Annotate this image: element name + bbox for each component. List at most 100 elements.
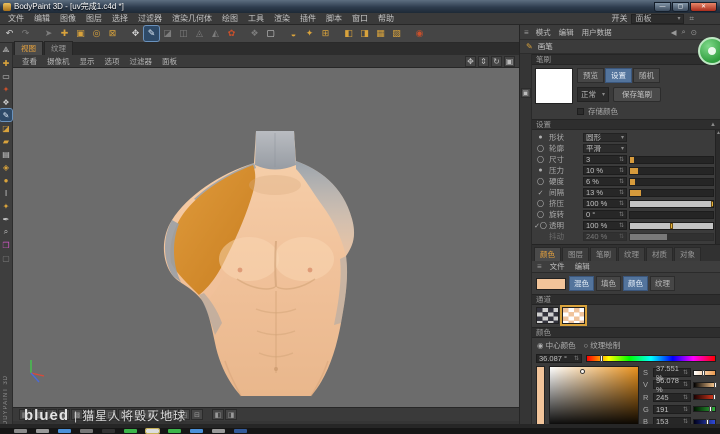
eyedropper-icon[interactable]: ✒ (0, 213, 12, 225)
setting-value-field[interactable]: 13 % ⇅ (583, 188, 627, 197)
manager-tab[interactable]: 纹理 (618, 247, 645, 261)
stepper-icon[interactable]: ⇅ (619, 233, 624, 240)
store-color-checkbox[interactable] (577, 108, 584, 115)
taskbar-app-icon[interactable] (58, 429, 71, 433)
stepper-icon[interactable]: ⇅ (619, 211, 624, 218)
dodge-icon[interactable]: ● (0, 174, 12, 186)
pattern-fill-icon[interactable]: ▦ (373, 26, 388, 41)
setting-value-field[interactable]: 0 ° ⇅ (583, 210, 627, 219)
add-object-icon[interactable]: ✚ (57, 26, 72, 41)
magnifier-icon[interactable]: ⌕ (682, 27, 686, 37)
color-field-slider[interactable] (693, 406, 716, 412)
viewport-menu-item[interactable]: 面板 (157, 56, 182, 67)
setting-slider[interactable] (629, 211, 714, 219)
bucket-icon[interactable]: ◧ (341, 26, 356, 41)
viewport-tab[interactable]: 纹理 (44, 41, 73, 55)
channel-thumb-color-selected[interactable] (562, 307, 585, 324)
stepper-icon[interactable]: ⇅ (683, 381, 688, 388)
uv-tool-icon[interactable]: ⊟ (191, 409, 203, 420)
smudge-icon[interactable]: ◬ (192, 26, 207, 41)
setting-toggle-icon[interactable]: ✓ (534, 189, 547, 197)
viewport-menu-item[interactable]: 选项 (100, 56, 125, 67)
maximize-button[interactable]: ▢ (672, 2, 689, 12)
color-mode-button[interactable]: 混色 (569, 276, 594, 291)
back-icon[interactable]: ◀ (671, 28, 677, 37)
settings-scrollbar[interactable]: ▲ (715, 130, 720, 244)
taskbar-app-icon[interactable] (36, 429, 49, 433)
setting-value-field[interactable]: 6 % ⇅ (583, 177, 627, 186)
color-field-handle[interactable] (702, 370, 705, 376)
settings-section-header[interactable]: 设置 ▲ (532, 119, 720, 130)
taskbar-app-icon[interactable] (168, 429, 181, 433)
fill-layer-icon[interactable]: ▣ (73, 26, 88, 41)
zoom-view-icon[interactable]: ⇕ (478, 56, 489, 67)
taskbar-app-icon[interactable] (190, 429, 203, 433)
setting-dropdown[interactable]: 圆形 ▾ (583, 133, 627, 142)
eraser-icon[interactable]: ▰ (0, 135, 12, 147)
manager-tab[interactable]: 对象 (674, 247, 701, 261)
scroll-up-icon[interactable]: ▲ (710, 122, 716, 128)
color-field-handle[interactable] (713, 394, 716, 400)
menu-item[interactable]: 渲染 (269, 13, 295, 24)
panel-dropdown[interactable]: 面板 ▾ (631, 14, 684, 24)
screen-recorder-overlay[interactable] (698, 37, 720, 65)
rotate-view-icon[interactable]: ↻ (491, 56, 502, 67)
dock-window-icon[interactable]: ▣ (521, 88, 531, 98)
radio-center-color[interactable]: ◉ 中心颜色 (537, 340, 576, 351)
color-field-handle[interactable] (714, 382, 717, 388)
wand-icon[interactable]: ✦ (302, 26, 317, 41)
taskbar-app-icon[interactable] (102, 429, 115, 433)
empty-slot-icon[interactable]: ▢ (0, 252, 12, 264)
puzzle-icon[interactable]: ⌗ (688, 14, 695, 24)
setting-value-field[interactable]: 3 ⇅ (583, 155, 627, 164)
color-menu-item[interactable]: 文件 (545, 261, 570, 272)
stepper-icon[interactable]: ⇅ (619, 178, 624, 185)
color-field-value[interactable]: 245 ⇅ (653, 393, 691, 402)
brush-preview[interactable] (535, 68, 573, 104)
attribute-menu-item[interactable]: 模式 (532, 27, 555, 38)
setting-toggle-icon[interactable]: ● (534, 167, 547, 174)
manager-tab[interactable]: 颜色 (534, 247, 561, 261)
color-section-header[interactable]: 颜色 (532, 327, 720, 338)
setting-toggle-icon[interactable]: ✓〇 (534, 221, 547, 231)
viewport-menu-item[interactable]: 过滤器 (125, 56, 158, 67)
setting-slider[interactable] (629, 156, 714, 164)
roller-icon[interactable]: ▤ (0, 148, 12, 160)
setting-slider[interactable] (629, 178, 714, 186)
stepper-icon[interactable]: ⇅ (619, 167, 624, 174)
color-swatch-icon[interactable]: ❒ (0, 239, 12, 251)
move-icon[interactable]: ✚ (0, 57, 12, 69)
lock-icon[interactable]: ⊠ (105, 26, 120, 41)
redo-icon[interactable]: ↷ (18, 26, 33, 41)
setting-value-field[interactable]: 100 % ⇅ (583, 199, 627, 208)
blend-mode-dropdown[interactable]: 正常 ▾ (577, 87, 609, 102)
snap-icon[interactable]: ⊞ (318, 26, 333, 41)
frame-icon[interactable]: ▢ (263, 26, 278, 41)
color-mode-button[interactable]: 颜色 (623, 276, 648, 291)
taskbar-app-icon[interactable] (146, 429, 159, 433)
menu-item[interactable]: 图层 (81, 13, 107, 24)
grab-icon[interactable]: ❖ (247, 26, 262, 41)
menu-item[interactable]: 渲染几何体 (167, 13, 217, 24)
marquee-icon[interactable]: ▭ (0, 70, 12, 82)
pointer-icon[interactable]: ➤ (41, 26, 56, 41)
setting-slider[interactable] (629, 167, 714, 175)
hamburger-icon[interactable]: ≡ (536, 262, 543, 271)
taskbar-app-icon[interactable] (124, 429, 137, 433)
clone-icon[interactable]: ◫ (176, 26, 191, 41)
setting-toggle-icon[interactable]: 〇 (534, 155, 547, 165)
undo-icon[interactable]: ↶ (2, 26, 17, 41)
hamburger-icon[interactable]: ≡ (523, 28, 530, 37)
menu-item[interactable]: 帮助 (373, 13, 399, 24)
minimize-button[interactable]: — (654, 2, 671, 12)
stamp-icon[interactable]: ◪ (0, 122, 12, 134)
setting-value-field[interactable]: 10 % ⇅ (583, 166, 627, 175)
manager-tab[interactable]: 笔刷 (590, 247, 617, 261)
color-field-slider[interactable] (693, 370, 716, 376)
menu-item[interactable]: 选择 (107, 13, 133, 24)
setting-slider[interactable] (629, 200, 714, 208)
setting-toggle-icon[interactable]: 〇 (534, 177, 547, 187)
attribute-menu-item[interactable]: 用户数据 (578, 27, 616, 38)
color-mode-button[interactable]: 纹理 (650, 276, 675, 291)
color-field-handle[interactable] (709, 406, 712, 412)
